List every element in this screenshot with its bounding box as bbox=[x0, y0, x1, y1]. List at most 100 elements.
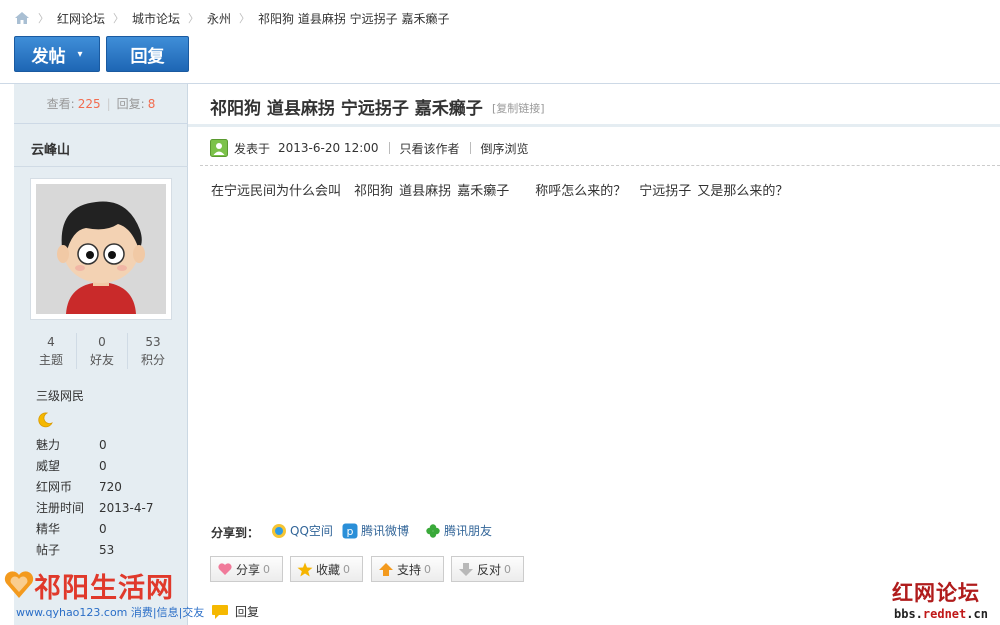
reply-link-label: 回复 bbox=[235, 605, 260, 619]
info-key: 精华 bbox=[36, 522, 61, 536]
info-row: 威望 0 bbox=[36, 455, 186, 476]
replies-label: 回复: bbox=[116, 97, 145, 111]
watermark-url-red: rednet bbox=[922, 607, 967, 621]
views-count: 225 bbox=[77, 96, 101, 111]
share-item-label: 腾讯朋友 bbox=[444, 524, 493, 538]
new-post-label: 发帖 bbox=[31, 46, 66, 67]
action-count: 0 bbox=[424, 562, 432, 576]
watermark-title: 红网论坛 bbox=[892, 580, 980, 605]
action-label: 分享 bbox=[236, 562, 261, 577]
thread-stats: 查看: 225 | 回复: 8 bbox=[14, 84, 188, 124]
action-label: 支持 bbox=[397, 562, 422, 577]
only-author-link[interactable]: 只看该作者 bbox=[400, 140, 460, 157]
posted-time: 2013-6-20 12:00 bbox=[278, 141, 379, 155]
count-topics[interactable]: 4 主题 bbox=[26, 333, 76, 369]
action-count: 0 bbox=[504, 562, 512, 576]
info-row: 魅力 0 bbox=[36, 434, 186, 455]
info-value: 0 bbox=[99, 458, 107, 473]
user-rank[interactable]: 三级网民 bbox=[36, 387, 84, 404]
count-value: 4 bbox=[47, 335, 55, 349]
breadcrumb-separator: 〉 bbox=[239, 12, 251, 25]
breadcrumb-item-thread[interactable]: 祁阳狗 道县麻拐 宁远拐子 嘉禾癞子 bbox=[258, 10, 449, 27]
share-tencent-friends[interactable]: 腾讯朋友 bbox=[425, 522, 492, 539]
copy-link[interactable]: [复制链接] bbox=[492, 100, 545, 116]
share-item-label: QQ空间 bbox=[290, 524, 333, 538]
info-row: 注册时间 2013-4-7 bbox=[36, 497, 186, 518]
new-post-button[interactable]: 发帖 ▾ bbox=[14, 36, 100, 72]
breadcrumb-separator: 〉 bbox=[188, 12, 200, 25]
info-row: 精华 0 bbox=[36, 518, 186, 539]
thread-title: 祁阳狗 道县麻拐 宁远拐子 嘉禾癞子 bbox=[210, 99, 483, 119]
avatar-cartoon-image bbox=[36, 184, 166, 314]
action-count: 0 bbox=[263, 562, 271, 576]
breadcrumb-separator: 〉 bbox=[38, 12, 49, 25]
speech-bubble-icon bbox=[212, 604, 228, 619]
info-key: 帖子 bbox=[36, 543, 61, 557]
info-key: 红网币 bbox=[36, 480, 73, 494]
count-friends[interactable]: 0 好友 bbox=[76, 333, 127, 369]
info-value: 720 bbox=[99, 479, 122, 494]
share-tencent-weibo[interactable]: p 腾讯微博 bbox=[342, 522, 409, 539]
reverse-order-link[interactable]: 倒序浏览 bbox=[481, 140, 529, 157]
count-value: 0 bbox=[98, 335, 106, 349]
share-item-label: 腾讯微博 bbox=[361, 524, 410, 538]
info-row: 帖子 53 bbox=[36, 539, 186, 560]
thumb-down-icon bbox=[459, 562, 473, 576]
breadcrumb-item-yongzhou[interactable]: 永州 bbox=[207, 10, 231, 27]
info-value: 53 bbox=[99, 542, 115, 557]
breadcrumb-item-city[interactable]: 城市论坛 bbox=[132, 10, 180, 27]
action-count: 0 bbox=[343, 562, 351, 576]
watermark-title: 祁阳生活网 bbox=[34, 573, 174, 604]
action-label: 收藏 bbox=[316, 562, 341, 577]
replies-count: 8 bbox=[147, 96, 156, 111]
breadcrumb-separator: 〉 bbox=[113, 12, 125, 25]
info-value: 2013-4-7 bbox=[99, 500, 154, 515]
reply-button[interactable]: 回复 bbox=[106, 36, 189, 72]
home-icon[interactable] bbox=[14, 11, 30, 25]
info-value: 0 bbox=[99, 437, 107, 452]
watermark-rednet: 红网论坛 bbs.rednet.cn bbox=[890, 577, 998, 623]
qzone-icon bbox=[272, 523, 286, 538]
svg-text:p: p bbox=[347, 525, 354, 538]
divider bbox=[14, 166, 188, 167]
posted-label: 发表于 bbox=[234, 141, 271, 156]
count-points[interactable]: 53 积分 bbox=[127, 333, 178, 369]
share-button[interactable]: 分享 0 bbox=[210, 556, 283, 582]
support-button[interactable]: 支持 0 bbox=[371, 556, 444, 582]
watermark-url-prefix: bbs. bbox=[894, 607, 923, 621]
breadcrumb-item-forum[interactable]: 红网论坛 bbox=[57, 10, 105, 27]
star-icon bbox=[297, 562, 313, 576]
moon-icon bbox=[38, 412, 53, 428]
views-label: 查看: bbox=[46, 97, 75, 111]
count-value: 53 bbox=[145, 335, 161, 349]
info-row: 红网币 720 bbox=[36, 476, 186, 497]
count-label: 积分 bbox=[140, 353, 165, 367]
favorite-button[interactable]: 收藏 0 bbox=[290, 556, 363, 582]
author-info: 魅力 0 威望 0 红网币 720 注册时间 2013-4-7 精华 0 帖子 53 bbox=[36, 434, 186, 560]
reply-link[interactable]: 回复 bbox=[211, 603, 259, 620]
info-key: 魅力 bbox=[36, 438, 61, 452]
online-status-icon bbox=[210, 139, 228, 157]
watermark-url: www.qyhao123.com 消费|信息|交友 bbox=[16, 606, 205, 619]
watermark-qiyang: 祁阳生活网 www.qyhao123.com 消费|信息|交友 bbox=[4, 566, 204, 621]
author-counts: 4 主题 0 好友 53 积分 bbox=[26, 333, 178, 369]
count-label: 主题 bbox=[38, 353, 63, 367]
info-key: 威望 bbox=[36, 459, 61, 473]
share-label: 分享到： bbox=[211, 526, 260, 540]
watermark-url-suffix: .cn bbox=[966, 607, 988, 621]
clover-icon bbox=[426, 523, 440, 538]
breadcrumb: 〉 红网论坛 〉 城市论坛 〉 永州 〉 祁阳狗 道县麻拐 宁远拐子 嘉禾癞子 bbox=[14, 10, 450, 26]
count-label: 好友 bbox=[89, 353, 114, 367]
thumb-up-icon bbox=[379, 562, 393, 576]
oppose-button[interactable]: 反对 0 bbox=[451, 556, 524, 582]
tencent-weibo-icon: p bbox=[342, 523, 358, 538]
post-meta: 发表于 2013-6-20 12:00 只看该作者 倒序浏览 bbox=[210, 139, 529, 157]
avatar[interactable] bbox=[30, 178, 172, 320]
info-value: 0 bbox=[99, 521, 107, 536]
share-qzone[interactable]: QQ空间 bbox=[271, 522, 333, 539]
author-name[interactable]: 云峰山 bbox=[31, 139, 70, 158]
reply-button-label: 回复 bbox=[130, 46, 165, 67]
title-divider bbox=[188, 124, 1000, 127]
action-label: 反对 bbox=[477, 562, 502, 577]
info-key: 注册时间 bbox=[36, 501, 85, 515]
